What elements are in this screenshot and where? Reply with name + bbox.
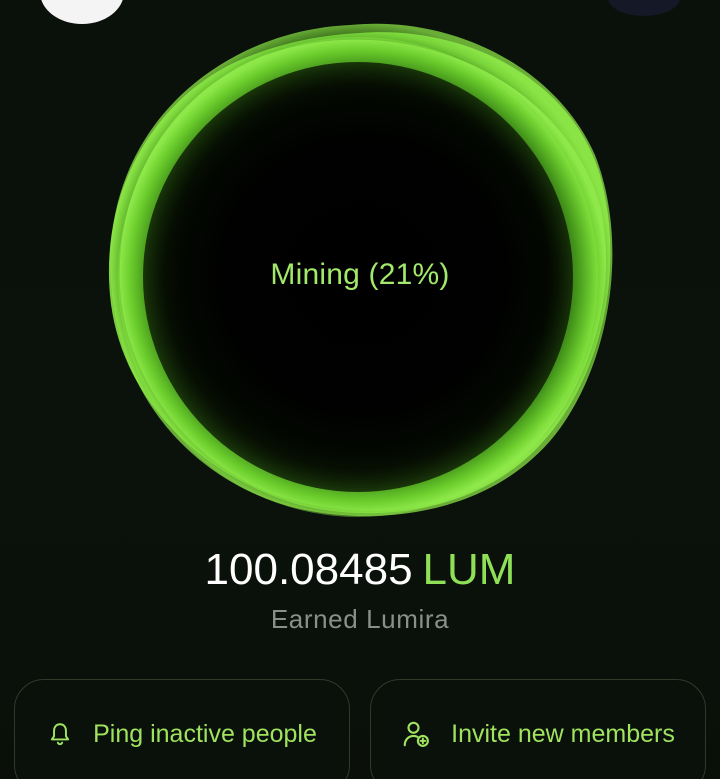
ping-inactive-label: Ping inactive people [93, 719, 317, 748]
user-add-icon [403, 721, 430, 747]
balance: 100.08485 LUM [0, 545, 720, 595]
header-icon-button[interactable] [608, 0, 680, 16]
bell-icon [51, 723, 70, 746]
invite-members-label: Invite new members [451, 719, 675, 748]
balance-amount: 100.08485 [204, 545, 413, 594]
ping-inactive-button[interactable]: Ping inactive people [14, 679, 350, 779]
balance-caption: Earned Lumira [270, 604, 450, 634]
invite-members-button[interactable]: Invite new members [370, 679, 706, 779]
mining-status: Mining (21%) [270, 258, 450, 291]
balance-unit: LUM [422, 545, 516, 594]
